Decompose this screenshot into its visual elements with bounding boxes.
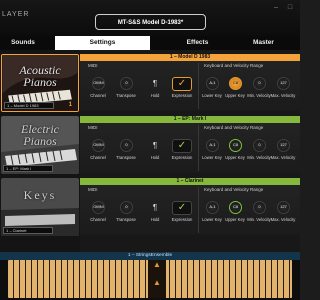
layer-header[interactable]: 1 – Clarinet: [80, 178, 300, 185]
keyboard-area: 1 – StringsEnsemble ▲ ▲: [0, 252, 300, 300]
title-bar: LAYER MT-S&S Model D-1983* – □: [0, 0, 300, 36]
category-card-electric-pianos[interactable]: Electric Pianos 1 – EP: Mark I: [1, 116, 79, 174]
tab-effects[interactable]: Effects: [150, 36, 245, 50]
hold-pedal-icon[interactable]: ¶: [152, 140, 158, 151]
brand-label: LAYER: [2, 11, 30, 18]
min-velocity-knob[interactable]: 0: [253, 139, 266, 152]
card-preset-label: 1 – EP: Mark I: [3, 165, 53, 172]
key-range-marker[interactable]: ▲ ▲: [148, 260, 166, 298]
max-velocity-knob[interactable]: 127: [277, 77, 290, 90]
section-divider: [198, 187, 199, 233]
section-divider: [198, 63, 199, 109]
max-velocity-label: Max. Velocity: [270, 155, 296, 160]
range-up-icon: ▲: [153, 278, 161, 287]
expression-pedal-icon[interactable]: ✓: [172, 201, 192, 215]
channel-knob[interactable]: OMNI: [92, 139, 105, 152]
upper-key-knob[interactable]: C8: [229, 201, 242, 214]
min-velocity-label: Min. Velocity: [247, 155, 271, 160]
upper-key-knob[interactable]: C8: [229, 139, 242, 152]
expression-label: Expression: [171, 155, 193, 160]
section-divider: [198, 125, 199, 171]
bottom-layer-header[interactable]: 1 – StringsEnsemble: [0, 252, 300, 260]
card-preset-label: 1 – Clarinet: [3, 227, 53, 234]
upper-key-label: Upper Key: [225, 217, 245, 222]
upper-key-label: Upper Key: [225, 93, 245, 98]
card-number: 1: [68, 102, 72, 108]
transpose-label: Transpose: [116, 155, 136, 160]
hold-label: Hold: [150, 155, 160, 160]
lower-key-knob[interactable]: A-1: [206, 139, 219, 152]
layer-body: MIDI Keyboard and Velocity Range OMNI Ch…: [80, 123, 300, 173]
upper-key-label: Upper Key: [225, 155, 245, 160]
category-card-acoustic-pianos[interactable]: Acoustic Pianos 1 – Model D 1983 1: [1, 54, 79, 112]
tab-sounds[interactable]: Sounds: [0, 36, 54, 50]
transpose-knob[interactable]: 0: [120, 139, 133, 152]
max-velocity-knob[interactable]: 127: [277, 139, 290, 152]
midi-section-label: MIDI: [88, 187, 98, 192]
min-velocity-label: Min. Velocity: [247, 93, 271, 98]
channel-label: Channel: [90, 155, 106, 160]
range-up-icon: ▲: [153, 260, 161, 269]
hold-pedal-icon[interactable]: ¶: [152, 78, 158, 89]
channel-label: Channel: [90, 217, 106, 222]
card-title-line-2: Pianos: [23, 134, 57, 148]
expression-label: Expression: [171, 93, 193, 98]
layer-header[interactable]: 1 – Model D 1983: [80, 54, 300, 61]
hold-pedal-icon[interactable]: ¶: [152, 202, 158, 213]
expression-pedal-icon[interactable]: ✓: [172, 139, 192, 153]
hold-label: Hold: [150, 93, 160, 98]
app-window: LAYER MT-S&S Model D-1983* – □ Sounds Se…: [0, 0, 300, 300]
expression-pedal-icon[interactable]: ✓: [172, 77, 192, 91]
transpose-label: Transpose: [116, 93, 136, 98]
channel-label: Channel: [90, 93, 106, 98]
tab-master[interactable]: Master: [247, 36, 317, 50]
channel-knob[interactable]: OMNI: [92, 201, 105, 214]
transpose-knob[interactable]: 0: [120, 77, 133, 90]
layer-header[interactable]: 1 – EP: Mark I: [80, 116, 300, 123]
lower-key-knob[interactable]: A-1: [206, 77, 219, 90]
card-title-line-2: Pianos: [23, 75, 57, 89]
card-title-line-1: Keys: [23, 188, 57, 202]
tab-settings[interactable]: Settings: [55, 36, 150, 50]
sound-category-sidebar: Acoustic Pianos 1 – Model D 1983 1 Elect…: [0, 50, 80, 282]
range-section-label: Keyboard and Velocity Range: [204, 125, 264, 130]
channel-knob[interactable]: OMNI: [92, 77, 105, 90]
midi-section-label: MIDI: [88, 125, 98, 130]
card-preset-label: 1 – Model D 1983: [4, 102, 54, 109]
layer-body: MIDI Keyboard and Velocity Range OMNI Ch…: [80, 185, 300, 235]
layer-body: MIDI Keyboard and Velocity Range OMNI Ch…: [80, 61, 300, 111]
expression-label: Expression: [171, 217, 193, 222]
lower-key-knob[interactable]: A-1: [206, 201, 219, 214]
main-tabs: Sounds Settings Effects Master: [0, 36, 300, 50]
min-velocity-knob[interactable]: 0: [253, 201, 266, 214]
hold-label: Hold: [150, 217, 160, 222]
maximize-button[interactable]: □: [285, 4, 295, 12]
max-velocity-label: Max. Velocity: [270, 93, 296, 98]
min-velocity-knob[interactable]: 0: [253, 77, 266, 90]
layer-settings-panel: 1 – Model D 1983 MIDI Keyboard and Veloc…: [80, 50, 300, 282]
range-section-label: Keyboard and Velocity Range: [204, 187, 264, 192]
range-section-label: Keyboard and Velocity Range: [204, 63, 264, 68]
max-velocity-label: Max. Velocity: [270, 217, 296, 222]
minimize-button[interactable]: –: [271, 4, 281, 12]
transpose-knob[interactable]: 0: [120, 201, 133, 214]
transpose-label: Transpose: [116, 217, 136, 222]
category-card-keys[interactable]: Keys 1 – Clarinet: [1, 178, 79, 236]
midi-section-label: MIDI: [88, 63, 98, 68]
max-velocity-knob[interactable]: 127: [277, 201, 290, 214]
preset-name-display[interactable]: MT-S&S Model D-1983*: [95, 14, 206, 30]
min-velocity-label: Min. Velocity: [247, 217, 271, 222]
upper-key-knob[interactable]: C8: [229, 77, 242, 90]
